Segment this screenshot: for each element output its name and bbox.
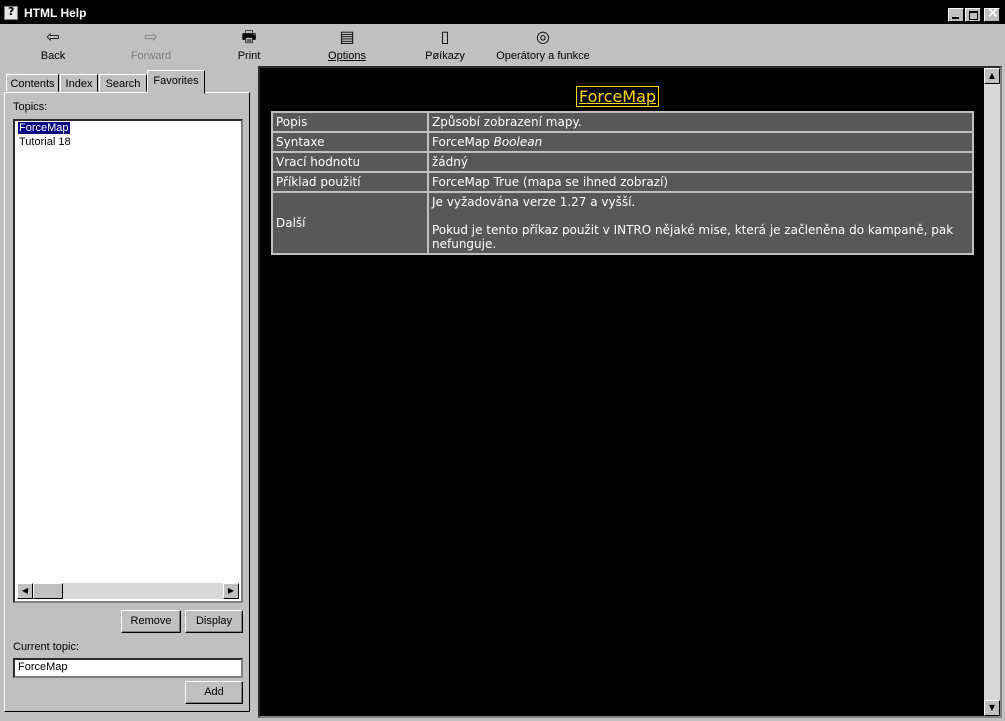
list-item[interactable]: ForceMap <box>17 121 71 135</box>
scroll-left-icon[interactable]: ◀ <box>17 583 33 599</box>
scroll-thumb[interactable] <box>33 583 63 599</box>
maximize-button[interactable] <box>965 8 981 22</box>
row-value: Způsobí zobrazení mapy. <box>429 113 972 131</box>
table-row: Příklad použití ForceMap True (mapa se i… <box>273 173 972 191</box>
prikazy-label: Pøíkazy <box>425 50 465 62</box>
back-button[interactable]: ⇦ Back <box>8 28 98 62</box>
topics-list[interactable]: ForceMap Tutorial 18 ◀ ▶ <box>13 119 243 603</box>
add-button[interactable]: Add <box>185 681 243 704</box>
operatory-label: Operátory a funkce <box>496 50 590 62</box>
row-label: Příklad použití <box>273 173 427 191</box>
row-value: ForceMap True (mapa se ihned zobrazí) <box>429 173 972 191</box>
forward-label: Forward <box>130 50 172 62</box>
print-button[interactable]: 🖶 Print <box>204 28 294 62</box>
close-button[interactable] <box>984 5 1000 22</box>
topic-table: Popis Způsobí zobrazení mapy. Syntaxe Fo… <box>271 111 974 255</box>
forward-button[interactable]: ⇨ Forward <box>106 28 196 62</box>
current-topic-label: Current topic: <box>13 641 80 653</box>
back-label: Back <box>40 50 66 62</box>
row-value: Je vyžadována verze 1.27 a vyšší. Pokud … <box>429 193 972 253</box>
table-row: Popis Způsobí zobrazení mapy. <box>273 113 972 131</box>
back-arrow-icon: ⇦ <box>46 29 60 46</box>
syntax-parameter: Boolean <box>493 135 543 149</box>
options-icon: ▤ <box>339 29 355 46</box>
print-label: Print <box>237 50 261 62</box>
table-row: Další Je vyžadována verze 1.27 a vyšší. … <box>273 193 972 253</box>
horizontal-scrollbar[interactable]: ◀ ▶ <box>17 583 239 599</box>
scroll-up-icon[interactable]: ▲ <box>984 68 1000 84</box>
table-row: Syntaxe ForceMap Boolean <box>273 133 972 151</box>
table-row: Vrací hodnotu žádný <box>273 153 972 171</box>
window-title: HTML Help <box>24 6 87 20</box>
vertical-scrollbar[interactable]: ▲ ▼ <box>984 68 1000 716</box>
remove-button[interactable]: Remove <box>121 610 181 633</box>
scroll-right-icon[interactable]: ▶ <box>223 583 239 599</box>
document-icon: ▯ <box>440 29 450 46</box>
operatory-button[interactable]: ◎ Operátory a funkce <box>490 28 596 62</box>
printer-icon: 🖶 <box>241 29 257 46</box>
title-bar: HTML Help <box>0 0 1005 24</box>
syntax-command: ForceMap <box>432 135 494 149</box>
navigation-pane: Contents Index Search Favorites Topics: … <box>4 68 252 714</box>
intro-note: Pokud je tento příkaz použit v INTRO něj… <box>432 223 954 251</box>
favorites-panel: Topics: ForceMap Tutorial 18 ◀ ▶ Remove … <box>4 92 250 712</box>
row-value: ForceMap Boolean <box>429 133 972 151</box>
row-label: Syntaxe <box>273 133 427 151</box>
toolbar: ⇦ Back ⇨ Forward 🖶 Print ▤ Options ▯ Pøí… <box>0 24 1005 66</box>
disc-icon: ◎ <box>536 29 550 46</box>
row-label: Popis <box>273 113 427 131</box>
prikazy-button[interactable]: ▯ Pøíkazy <box>400 28 490 62</box>
scroll-down-icon[interactable]: ▼ <box>984 700 1000 716</box>
topic-title-link[interactable]: ForceMap <box>576 86 660 107</box>
display-button[interactable]: Display <box>185 610 243 633</box>
tab-favorites[interactable]: Favorites <box>147 70 205 94</box>
row-value: žádný <box>429 153 972 171</box>
help-app-icon <box>4 5 18 20</box>
options-label: Options <box>328 50 366 62</box>
topics-label: Topics: <box>13 101 48 113</box>
forward-arrow-icon: ⇨ <box>144 29 158 46</box>
tab-search[interactable]: Search <box>99 74 147 92</box>
row-label: Vrací hodnotu <box>273 153 427 171</box>
tab-contents[interactable]: Contents <box>6 74 59 92</box>
version-note: Je vyžadována verze 1.27 a vyšší. <box>432 195 636 209</box>
current-topic-field[interactable]: ForceMap <box>13 658 243 678</box>
minimize-button[interactable] <box>948 8 964 22</box>
topic-content-pane: ForceMap Popis Způsobí zobrazení mapy. S… <box>258 66 1002 718</box>
row-label: Další <box>273 193 427 253</box>
tab-index[interactable]: Index <box>60 74 98 92</box>
options-button[interactable]: ▤ Options <box>302 28 392 62</box>
list-item[interactable]: Tutorial 18 <box>18 136 72 148</box>
